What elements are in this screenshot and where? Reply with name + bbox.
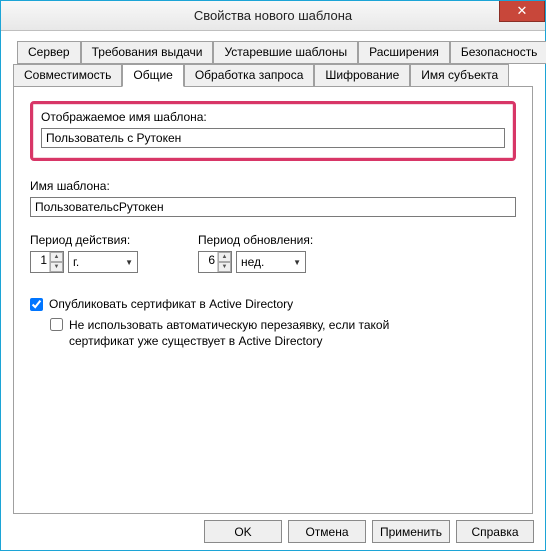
display-name-input[interactable] <box>41 128 505 148</box>
tab-row-bottom: Совместимость Общие Обработка запроса Ши… <box>13 64 533 87</box>
renewal-group: Период обновления: 6 ▲ ▼ нед. ▼ <box>198 233 313 273</box>
renewal-spin-buttons[interactable]: ▲ ▼ <box>217 252 231 272</box>
tab-strip: Сервер Требования выдачи Устаревшие шабл… <box>13 41 533 87</box>
spin-up-icon[interactable]: ▲ <box>50 252 63 262</box>
periods-row: Период действия: 1 ▲ ▼ г. ▼ <box>30 233 516 273</box>
tab-superseded-templates[interactable]: Устаревшие шаблоны <box>213 41 358 64</box>
template-name-section: Имя шаблона: <box>30 179 516 217</box>
dialog-content: Сервер Требования выдачи Устаревшие шабл… <box>1 31 545 524</box>
template-name-label: Имя шаблона: <box>30 179 516 193</box>
renewal-label: Период обновления: <box>198 233 313 247</box>
noreenroll-checkbox[interactable] <box>50 318 63 331</box>
tab-panel-general: Отображаемое имя шаблона: Имя шаблона: П… <box>13 86 533 514</box>
dialog-button-bar: OK Отмена Применить Справка <box>12 512 534 543</box>
tab-compatibility[interactable]: Совместимость <box>13 64 122 87</box>
tab-cryptography[interactable]: Шифрование <box>314 64 410 87</box>
validity-spin-buttons[interactable]: ▲ ▼ <box>49 252 63 272</box>
validity-group: Период действия: 1 ▲ ▼ г. ▼ <box>30 233 138 273</box>
apply-button[interactable]: Применить <box>372 520 450 543</box>
publish-row: Опубликовать сертификат в Active Directo… <box>30 297 516 311</box>
display-name-highlight: Отображаемое имя шаблона: <box>30 101 516 161</box>
spin-up-icon[interactable]: ▲ <box>218 252 231 262</box>
cancel-button[interactable]: Отмена <box>288 520 366 543</box>
publish-checkbox[interactable] <box>30 298 43 311</box>
renewal-spinner[interactable]: 6 ▲ ▼ <box>198 251 232 273</box>
tab-security[interactable]: Безопасность <box>450 41 546 64</box>
tab-issuance-requirements[interactable]: Требования выдачи <box>81 41 214 64</box>
tab-request-handling[interactable]: Обработка запроса <box>184 64 315 87</box>
validity-unit-combo[interactable]: г. ▼ <box>68 251 138 273</box>
validity-spinner[interactable]: 1 ▲ ▼ <box>30 251 64 273</box>
validity-value: 1 <box>34 253 47 271</box>
template-name-input[interactable] <box>30 197 516 217</box>
tab-extensions[interactable]: Расширения <box>358 41 450 64</box>
display-name-label: Отображаемое имя шаблона: <box>41 110 505 124</box>
tab-general[interactable]: Общие <box>122 64 183 87</box>
tab-row-top: Сервер Требования выдачи Устаревшие шабл… <box>17 41 529 64</box>
validity-unit-value: г. <box>73 255 79 269</box>
tab-server[interactable]: Сервер <box>17 41 81 64</box>
noreenroll-row: Не использовать автоматическую перезаявк… <box>50 317 516 349</box>
ok-button[interactable]: OK <box>204 520 282 543</box>
close-icon: ✕ <box>517 3 528 19</box>
renewal-unit-combo[interactable]: нед. ▼ <box>236 251 306 273</box>
tab-subject-name[interactable]: Имя субъекта <box>410 64 509 87</box>
renewal-unit-value: нед. <box>241 255 264 269</box>
titlebar: Свойства нового шаблона ✕ <box>1 1 545 31</box>
chevron-down-icon: ▼ <box>125 258 133 267</box>
close-button[interactable]: ✕ <box>499 1 545 22</box>
window-title: Свойства нового шаблона <box>194 8 352 23</box>
validity-label: Период действия: <box>30 233 138 247</box>
spin-down-icon[interactable]: ▼ <box>218 262 231 272</box>
chevron-down-icon: ▼ <box>293 258 301 267</box>
renewal-value: 6 <box>202 253 215 271</box>
noreenroll-label: Не использовать автоматическую перезаявк… <box>69 317 449 349</box>
publish-label: Опубликовать сертификат в Active Directo… <box>49 297 293 311</box>
spin-down-icon[interactable]: ▼ <box>50 262 63 272</box>
help-button[interactable]: Справка <box>456 520 534 543</box>
